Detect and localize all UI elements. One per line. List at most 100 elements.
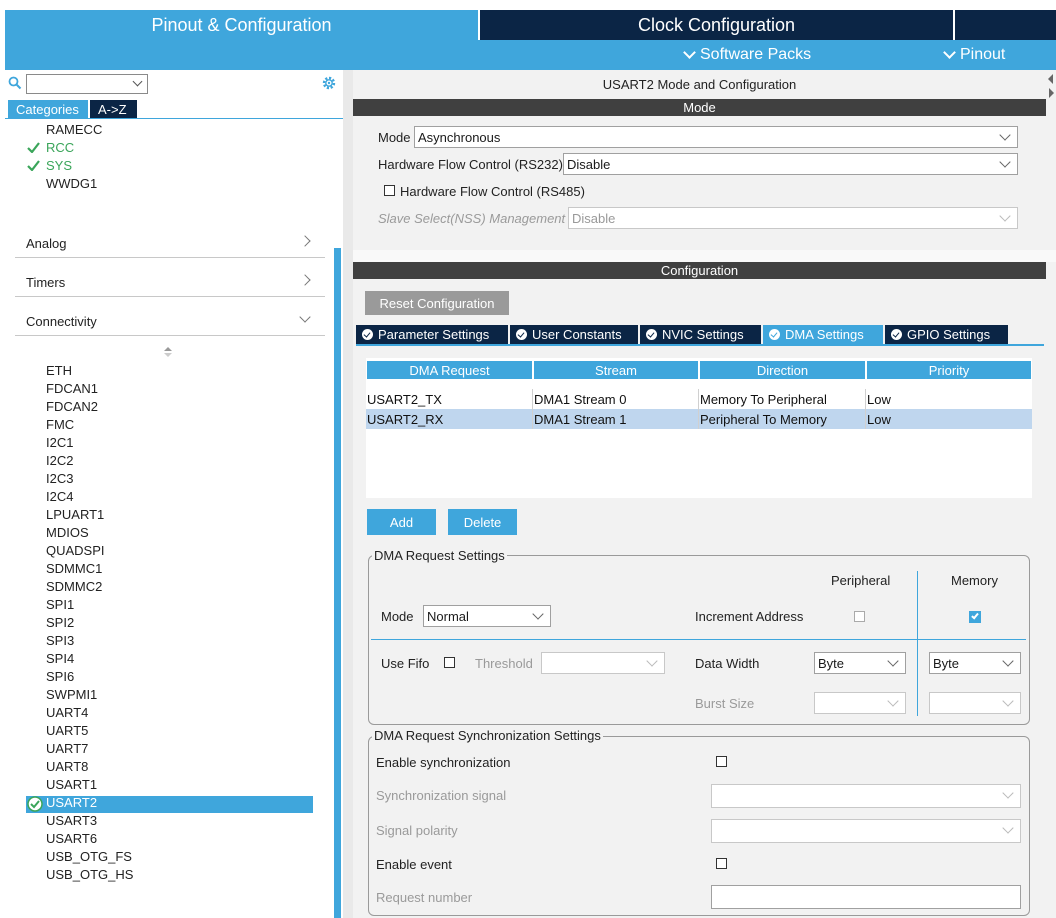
left-scrollbar[interactable] [334,248,341,918]
list-item-usart6[interactable]: USART6 [46,830,97,848]
peripheral-increment-checkbox[interactable] [854,611,865,622]
list-item-spi4[interactable]: SPI4 [46,650,74,668]
peripheral-burst-size-select[interactable] [814,692,906,714]
chevron-down-icon [887,695,899,707]
pinout-menu[interactable]: Pinout [943,46,1006,64]
list-item-eth[interactable]: ETH [46,362,72,380]
search-icon[interactable] [8,76,22,90]
list-item-uart4[interactable]: UART4 [46,704,88,722]
section-analog[interactable]: Analog [15,220,325,258]
list-item-label: FDCAN2 [46,399,99,414]
delete-button[interactable]: Delete [448,509,517,535]
chevron-down-icon [1002,822,1014,834]
list-item-uart8[interactable]: UART8 [46,758,88,776]
collapse-icon[interactable] [1047,72,1055,100]
list-item-lpuart1[interactable]: LPUART1 [46,506,104,524]
slave-select-value: Disable [572,210,616,226]
check-circle-icon [362,329,373,340]
table-cell: Memory To Peripheral [700,391,827,407]
hw-flow-rs232-select[interactable]: Disable [563,153,1018,175]
peripheral-data-width-select[interactable]: Byte [814,652,906,674]
list-item-fmc[interactable]: FMC [46,416,74,434]
tab-a-z[interactable]: A->Z [90,100,137,118]
dma-mode-select[interactable]: Normal [423,605,551,627]
tab-extra[interactable] [955,10,1056,40]
list-item-uart7[interactable]: UART7 [46,740,88,758]
section-timers[interactable]: Timers [15,259,325,297]
signal-polarity-select[interactable] [711,819,1021,843]
threshold-select[interactable] [541,652,665,674]
enable-event-checkbox[interactable] [716,858,727,869]
list-item-swpmi1[interactable]: SWPMI1 [46,686,97,704]
list-item-wwdg1[interactable]: WWDG1 [46,175,97,193]
column-header-direction[interactable]: Direction [700,361,865,379]
chevron-right-icon [299,235,311,247]
enable-sync-checkbox[interactable] [716,756,727,767]
list-item-uart5[interactable]: UART5 [46,722,88,740]
list-item-i2c1[interactable]: I2C1 [46,434,73,452]
table-cell: USART2_TX [367,391,442,407]
list-item-i2c2[interactable]: I2C2 [46,452,73,470]
list-item-spi3[interactable]: SPI3 [46,632,74,650]
tab-gpio-settings[interactable]: GPIO Settings [885,325,1008,344]
data-width-label: Data Width [695,656,760,671]
list-item-fdcan1[interactable]: FDCAN1 [46,380,98,398]
tab-nvic-settings[interactable]: NVIC Settings [640,325,761,344]
memory-data-width-select[interactable]: Byte [929,652,1021,674]
mode-label: Mode [378,130,411,145]
list-item-fdcan2[interactable]: FDCAN2 [46,398,98,416]
list-item-label: SYS [46,158,73,173]
tab-clock-configuration-label: Clock Configuration [637,14,796,35]
use-fifo-checkbox[interactable] [444,657,455,668]
list-item-label: I2C1 [46,435,74,450]
slave-select-select[interactable]: Disable [568,207,1018,229]
list-item-label: USB_OTG_HS [46,867,134,882]
mode-select[interactable]: Asynchronous [414,126,1018,148]
list-item-label: RAMECC [46,122,103,137]
request-number-input[interactable] [711,885,1021,909]
list-item-sdmmc1[interactable]: SDMMC1 [46,560,102,578]
tab-pinout-configuration-label: Pinout & Configuration [151,14,332,35]
list-item-ramecc[interactable]: RAMECC [46,121,102,139]
table-row[interactable]: USART2_TX DMA1 Stream 0 Memory To Periph… [366,389,1032,409]
horizontal-divider [371,639,1026,640]
list-item-usb_otg_hs[interactable]: USB_OTG_HS [46,866,133,884]
tab-dma-settings[interactable]: DMA Settings [763,325,883,344]
list-item-spi6[interactable]: SPI6 [46,668,74,686]
memory-burst-size-select[interactable] [929,692,1021,714]
table-row-selected[interactable]: USART2_RX DMA1 Stream 1 Peripheral To Me… [366,409,1032,429]
search-input[interactable] [26,74,148,94]
list-item-sdmmc2[interactable]: SDMMC2 [46,578,102,596]
list-item-spi2[interactable]: SPI2 [46,614,74,632]
gear-icon[interactable] [321,75,337,91]
tab-clock-configuration[interactable]: Clock Configuration [480,10,953,40]
tab-user-constants[interactable]: User Constants [510,325,638,344]
list-item-rcc[interactable]: RCC [46,139,74,157]
list-item-i2c4[interactable]: I2C4 [46,488,73,506]
software-packs-menu[interactable]: Software Packs [683,46,811,64]
list-item-i2c3[interactable]: I2C3 [46,470,73,488]
column-header-stream[interactable]: Stream [534,361,698,379]
reset-configuration-button[interactable]: Reset Configuration [365,291,509,315]
tab-categories[interactable]: Categories [8,100,88,118]
add-button[interactable]: Add [367,509,436,535]
sync-signal-select[interactable] [711,784,1021,808]
list-item-spi1[interactable]: SPI1 [46,596,74,614]
pinout-label: Pinout [960,46,1006,63]
list-item-mdios[interactable]: MDIOS [46,524,89,542]
list-item-sys[interactable]: SYS [46,157,72,175]
list-item-usart1[interactable]: USART1 [46,776,97,794]
list-item-usart2[interactable]: USART2 [46,794,97,812]
list-item-usb_otg_fs[interactable]: USB_OTG_FS [46,848,132,866]
panel-splitter[interactable] [343,70,353,918]
sort-icon[interactable] [164,347,172,357]
section-connectivity[interactable]: Connectivity [15,298,325,336]
list-item-usart3[interactable]: USART3 [46,812,97,830]
memory-increment-checkbox[interactable] [969,611,981,623]
hw-flow-rs485-checkbox[interactable] [384,185,395,196]
list-item-quadspi[interactable]: QUADSPI [46,542,105,560]
column-header-priority[interactable]: Priority [867,361,1031,379]
tab-parameter-settings[interactable]: Parameter Settings [356,325,508,344]
tab-pinout-configuration[interactable]: Pinout & Configuration [5,10,478,40]
column-header-dma-request[interactable]: DMA Request [367,361,532,379]
